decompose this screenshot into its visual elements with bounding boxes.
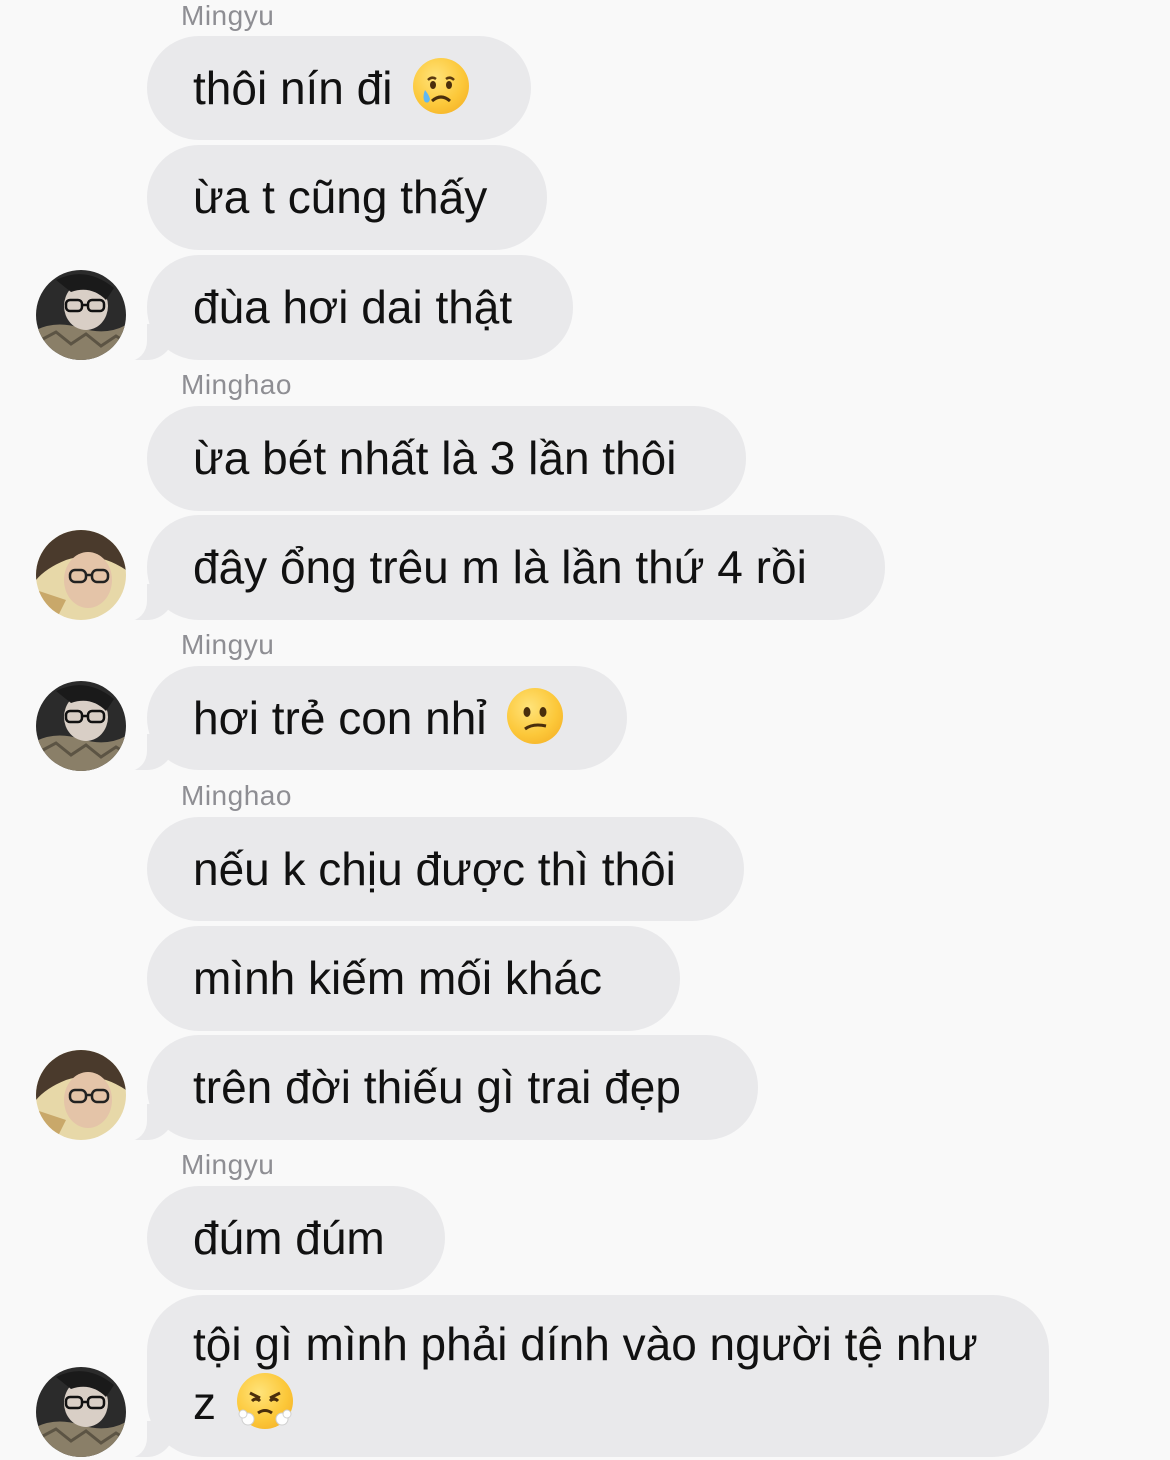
message-text: thôi nín đi — [193, 62, 393, 114]
minghao-avatar[interactable] — [36, 1050, 126, 1140]
message-text: nếu k chịu được thì thôi — [193, 843, 676, 895]
message-text: đây ổng trêu m là lần thứ 4 rồi — [193, 541, 807, 593]
message-thread: Mingyu thôi nín đi ừa t cũng thấy đùa hơ… — [0, 0, 1170, 1460]
message-bubble[interactable]: ừa t cũng thấy — [147, 145, 547, 250]
steam-from-nose-face-icon — [236, 1373, 293, 1429]
message-bubble[interactable]: ừa bét nhất là 3 lần thôi — [147, 406, 746, 511]
mingyu-avatar[interactable] — [36, 1367, 126, 1457]
message-text: đùa hơi dai thật — [193, 281, 513, 333]
sender-name: Minghao — [181, 369, 292, 400]
message-bubble[interactable]: hơi trẻ con nhỉ — [117, 666, 627, 771]
mingyu-avatar[interactable] — [36, 681, 126, 771]
message-bubble[interactable]: đây ổng trêu m là lần thứ 4 rồi — [117, 515, 885, 621]
minghao-avatar[interactable] — [36, 530, 126, 620]
crying-face-icon — [413, 58, 470, 114]
message-text: ừa t cũng thấy — [193, 171, 488, 223]
message-text: trên đời thiếu gì trai đẹp — [193, 1061, 681, 1113]
mingyu-avatar[interactable] — [36, 270, 126, 360]
message-text: ừa bét nhất là 3 lần thôi — [193, 432, 677, 484]
message-text: đúm đúm — [193, 1212, 385, 1264]
message-bubble[interactable]: tội gì mình phải dính vào người tệ như z — [117, 1295, 1049, 1458]
sender-name: Mingyu — [181, 1149, 275, 1180]
message-bubble[interactable]: thôi nín đi — [147, 36, 531, 140]
sender-name: Mingyu — [181, 0, 275, 31]
message-text: hơi trẻ con nhỉ — [193, 692, 487, 744]
message-bubble[interactable]: đúm đúm — [147, 1186, 445, 1290]
message-bubble[interactable]: mình kiếm mối khác — [147, 926, 680, 1031]
confused-face-icon — [507, 688, 564, 744]
sender-name: Mingyu — [181, 629, 275, 660]
message-text: tội gì mình phải dính vào người tệ như z — [193, 1318, 978, 1429]
sender-name: Minghao — [181, 780, 292, 811]
message-text: mình kiếm mối khác — [193, 952, 603, 1004]
message-bubble[interactable]: trên đời thiếu gì trai đẹp — [117, 1035, 758, 1141]
message-bubble[interactable]: nếu k chịu được thì thôi — [147, 817, 744, 921]
message-bubble[interactable]: đùa hơi dai thật — [117, 255, 573, 361]
